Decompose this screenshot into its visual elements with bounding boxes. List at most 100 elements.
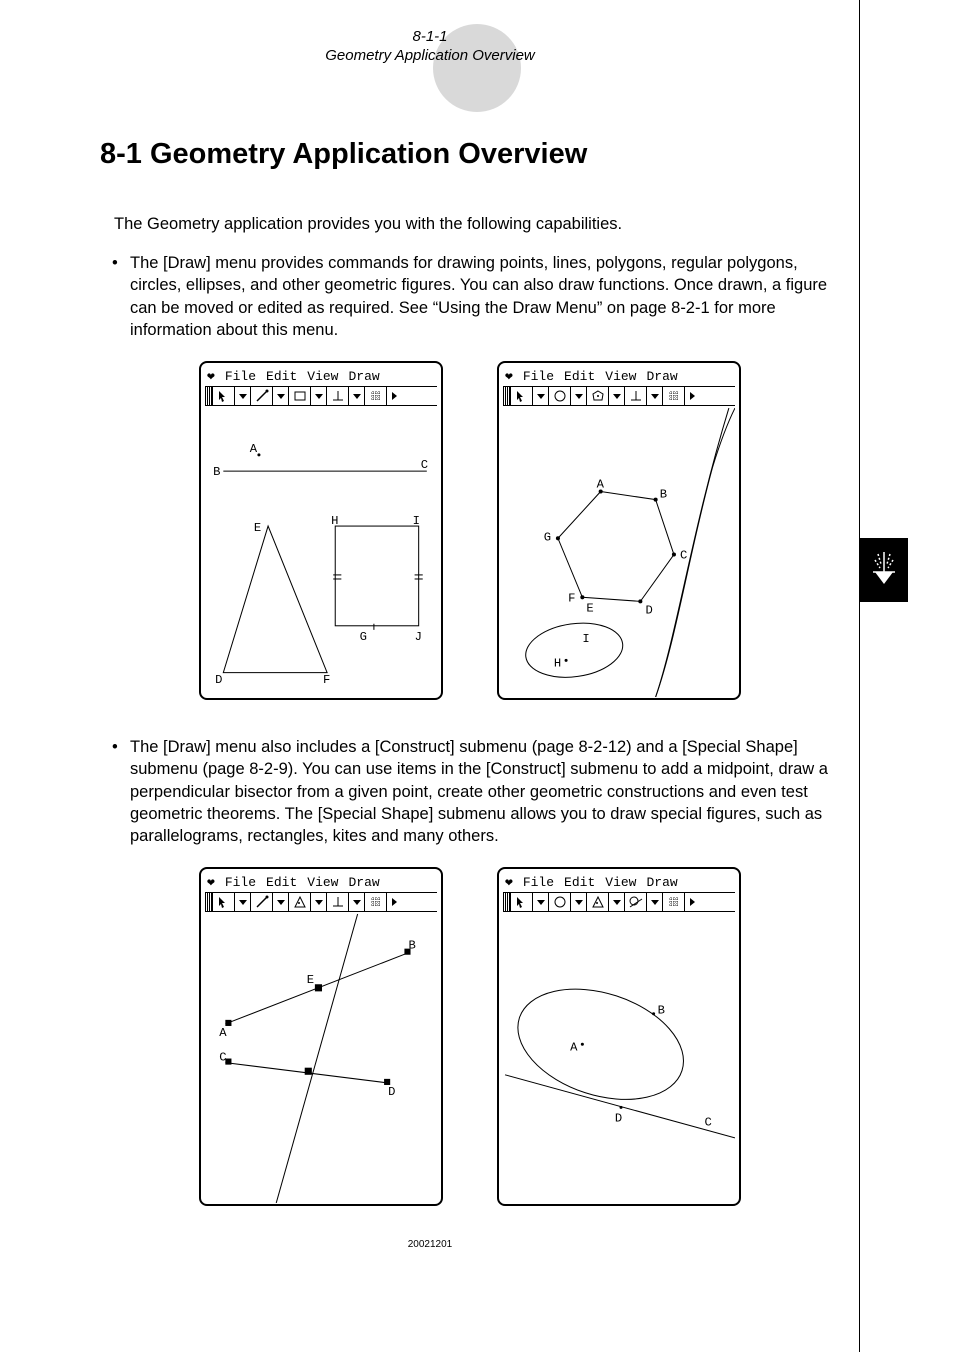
circle-tool-icon (549, 387, 571, 405)
toolbar (205, 892, 437, 912)
polygon-tool-icon (587, 387, 609, 405)
triangle-tool-icon (289, 893, 311, 911)
menubar: ❤ File Edit View Draw (205, 873, 437, 892)
menu-draw: Draw (348, 369, 379, 384)
dropdown-icon (533, 387, 549, 405)
circle-tool-icon (549, 893, 571, 911)
svg-text:E: E (586, 602, 593, 616)
dropdown-icon (235, 893, 251, 911)
grid-tool-icon (663, 387, 685, 405)
perp-tool-icon (327, 387, 349, 405)
rect-tool-icon (289, 387, 311, 405)
bullet-draw-menu: The [Draw] menu provides commands for dr… (102, 252, 840, 341)
svg-text:C: C (704, 1116, 711, 1130)
toolbar-grip-icon (205, 893, 213, 911)
dropdown-icon (273, 893, 289, 911)
menu-view: View (307, 875, 338, 890)
svg-text:G: G (360, 630, 367, 644)
screenshot-b: ❤ File Edit View Draw (497, 361, 741, 700)
svg-text:F: F (323, 673, 330, 687)
menu-file: File (225, 369, 256, 384)
tangent-tool-icon (625, 893, 647, 911)
canvas: A B C D (503, 912, 735, 1198)
app-icon: ❤ (207, 875, 215, 890)
svg-text:A: A (250, 442, 258, 456)
page-title: 8-1 Geometry Application Overview (100, 138, 840, 171)
perp-tool-icon (625, 387, 647, 405)
bullet-construct-submenu: The [Draw] menu also includes a [Constru… (102, 736, 840, 847)
svg-text:B: B (658, 1004, 665, 1018)
app-icon: ❤ (505, 875, 513, 890)
chapter-thumb-tab (860, 538, 908, 602)
arrow-icon (511, 893, 533, 911)
canvas: A B E C D (205, 912, 437, 1198)
dropdown-icon (311, 387, 327, 405)
svg-text:I: I (582, 632, 589, 646)
arrow-icon (213, 893, 235, 911)
dropdown-icon (273, 387, 289, 405)
svg-text:H: H (554, 657, 561, 671)
svg-text:C: C (421, 458, 428, 472)
svg-text:I: I (413, 514, 420, 528)
menubar: ❤ File Edit View Draw (205, 367, 437, 386)
svg-text:C: C (219, 1051, 226, 1065)
svg-text:A: A (570, 1041, 578, 1055)
scroll-right-icon (685, 387, 701, 405)
menu-edit: Edit (266, 875, 297, 890)
menubar: ❤ File Edit View Draw (503, 367, 735, 386)
dropdown-icon (647, 893, 663, 911)
dropdown-icon (571, 387, 587, 405)
arrow-icon (213, 387, 235, 405)
running-header: 8-1-1 Geometry Application Overview (0, 28, 860, 64)
screenshot-c: ❤ File Edit View Draw (199, 867, 443, 1206)
svg-text:F: F (568, 591, 575, 605)
scroll-right-icon (685, 893, 701, 911)
menubar: ❤ File Edit View Draw (503, 873, 735, 892)
toolbar-grip-icon (503, 387, 511, 405)
dropdown-icon (349, 387, 365, 405)
svg-text:D: D (645, 604, 652, 618)
line-tool-icon (251, 893, 273, 911)
page-code: 8-1-1 (0, 28, 860, 45)
grid-tool-icon (365, 387, 387, 405)
menu-file: File (523, 369, 554, 384)
menu-draw: Draw (646, 369, 677, 384)
menu-draw: Draw (348, 875, 379, 890)
perp-tool-icon (327, 893, 349, 911)
svg-text:J: J (415, 630, 422, 644)
dropdown-icon (609, 893, 625, 911)
dropdown-icon (235, 387, 251, 405)
svg-text:B: B (408, 939, 415, 953)
footer-date: 20021201 (0, 1239, 860, 1250)
menu-file: File (225, 875, 256, 890)
svg-text:C: C (680, 549, 687, 563)
canvas: A B C D E F G H I (503, 406, 735, 692)
screenshot-d: ❤ File Edit View Draw (497, 867, 741, 1206)
grid-tool-icon (663, 893, 685, 911)
arrow-icon (511, 387, 533, 405)
app-icon: ❤ (505, 369, 513, 384)
svg-text:D: D (615, 1112, 622, 1126)
app-icon: ❤ (207, 369, 215, 384)
svg-text:A: A (219, 1027, 227, 1041)
dropdown-icon (311, 893, 327, 911)
menu-edit: Edit (266, 369, 297, 384)
menu-view: View (307, 369, 338, 384)
menu-view: View (605, 875, 636, 890)
page-subtitle: Geometry Application Overview (0, 47, 860, 64)
svg-text:H: H (331, 514, 338, 528)
triangle-tool-icon (587, 893, 609, 911)
grid-tool-icon (365, 893, 387, 911)
svg-text:E: E (254, 521, 261, 535)
menu-edit: Edit (564, 875, 595, 890)
canvas: A B C E D F H I (205, 406, 437, 692)
svg-text:A: A (597, 477, 605, 491)
toolbar (205, 386, 437, 406)
menu-edit: Edit (564, 369, 595, 384)
menu-draw: Draw (646, 875, 677, 890)
svg-text:B: B (213, 465, 220, 479)
scroll-right-icon (387, 387, 403, 405)
dropdown-icon (533, 893, 549, 911)
svg-text:B: B (660, 488, 667, 502)
screenshot-a: ❤ File Edit View Draw (199, 361, 443, 700)
